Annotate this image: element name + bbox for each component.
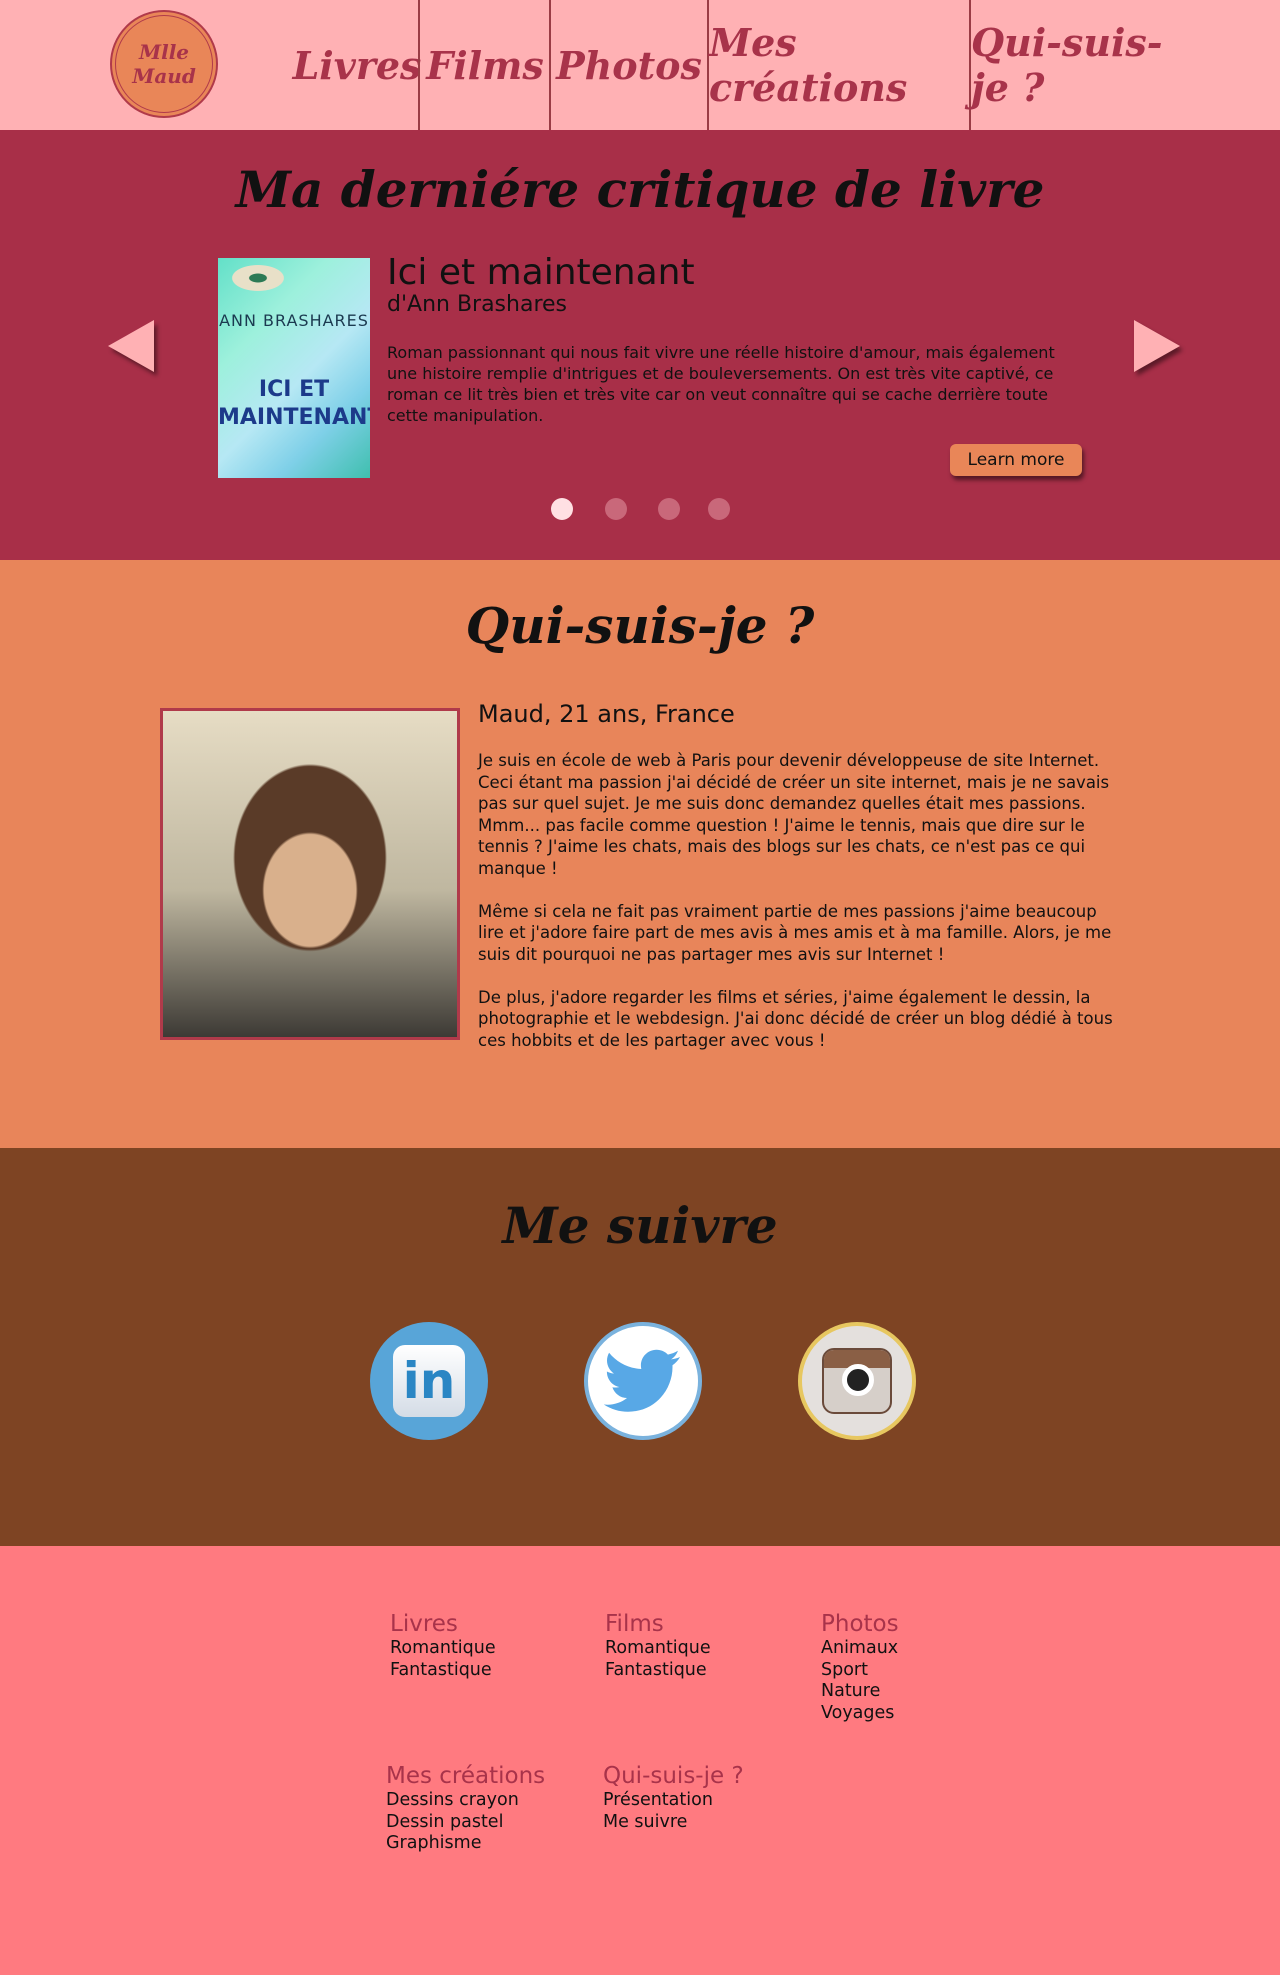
about-paragraph: De plus, j'adore regarder les films et s… [478,987,1113,1050]
carousel-next-arrow-icon[interactable] [1134,320,1180,372]
linkedin-logo-text: in [393,1345,465,1417]
footer-link[interactable]: Animaux [821,1638,899,1660]
carousel-prev-arrow-icon[interactable] [108,320,154,372]
book-cover-image[interactable]: ANN BRASHARES ICI ET MAINTENANT [218,258,370,478]
nav-item-qui-suis-je[interactable]: Qui-suis-je ? [971,0,1195,130]
about-paragraph: Même si cela ne fait pas vraiment partie… [478,901,1112,964]
footer-link[interactable]: Fantastique [605,1660,711,1682]
about-heading: Maud, 21 ans, France [478,700,735,728]
footer-link[interactable]: Fantastique [390,1660,496,1682]
footer-link[interactable]: Présentation [603,1790,744,1812]
nav-item-films[interactable]: Films [420,0,550,130]
footer-column-photos: Photos Animaux Sport Nature Voyages [821,1610,899,1724]
carousel-dot-3[interactable] [658,498,680,520]
book-title: Ici et maintenant [387,252,695,293]
carousel-dot-1[interactable] [551,498,573,520]
footer-heading[interactable]: Mes créations [386,1762,545,1790]
about-text: Je suis en école de web à Paris pour dev… [478,750,1118,1073]
linkedin-icon[interactable]: in [370,1322,488,1440]
twitter-bird-icon [604,1349,680,1412]
about-section: Qui-suis-je ? Maud, 21 ans, France Je su… [0,560,1280,1148]
footer-heading[interactable]: Qui-suis-je ? [603,1762,744,1790]
footer-heading[interactable]: Films [605,1610,711,1638]
book-author: d'Ann Brashares [387,292,568,317]
instagram-icon[interactable] [798,1322,916,1440]
footer-link[interactable]: Romantique [605,1638,711,1660]
footer-link[interactable]: Me suivre [603,1812,744,1834]
footer-column-films: Films Romantique Fantastique [605,1610,711,1681]
footer-column-livres: Livres Romantique Fantastique [390,1610,496,1681]
logo-text: Mlle Maud [115,15,213,113]
footer-link[interactable]: Graphisme [386,1833,545,1855]
footer-heading[interactable]: Livres [390,1610,496,1638]
cover-author-text: ANN BRASHARES [219,311,369,330]
follow-section: Me suivre in [0,1148,1280,1546]
footer-heading[interactable]: Photos [821,1610,899,1638]
footer-link[interactable]: Romantique [390,1638,496,1660]
footer-link[interactable]: Nature [821,1681,899,1703]
footer-link[interactable]: Voyages [821,1703,899,1725]
carousel-dot-2[interactable] [605,498,627,520]
top-navigation: Mlle Maud Livres Films Photos Mes créati… [0,0,1280,130]
instagram-camera-icon [822,1348,892,1414]
footer-link[interactable]: Dessin pastel [386,1812,545,1834]
cover-title-text: ICI ET MAINTENANT [218,377,370,430]
profile-photo [160,708,460,1040]
book-description: Roman passionnant qui nous fait vivre un… [387,343,1055,425]
site-logo[interactable]: Mlle Maud [110,10,218,118]
footer-link[interactable]: Sport [821,1660,899,1682]
about-paragraph: Je suis en école de web à Paris pour dev… [478,751,1110,878]
footer: Livres Romantique Fantastique Films Roma… [0,1546,1280,1975]
nav-item-livres[interactable]: Livres [292,0,422,130]
nav-item-photos[interactable]: Photos [551,0,707,130]
instagram-lens-icon [842,1364,874,1396]
section-title: Me suivre [502,1196,778,1255]
book-review-section: Ma derniére critique de livre ANN BRASHA… [0,130,1280,560]
footer-column-qui-suis-je: Qui-suis-je ? Présentation Me suivre [603,1762,744,1833]
nav-item-mes-creations[interactable]: Mes créations [709,0,969,130]
twitter-icon[interactable] [584,1322,702,1440]
learn-more-button[interactable]: Learn more [950,444,1082,476]
footer-column-mes-creations: Mes créations Dessins crayon Dessin past… [386,1762,545,1855]
section-title: Qui-suis-je ? [465,596,815,655]
footer-link[interactable]: Dessins crayon [386,1790,545,1812]
section-title: Ma derniére critique de livre [235,160,1045,219]
carousel-dot-4[interactable] [708,498,730,520]
